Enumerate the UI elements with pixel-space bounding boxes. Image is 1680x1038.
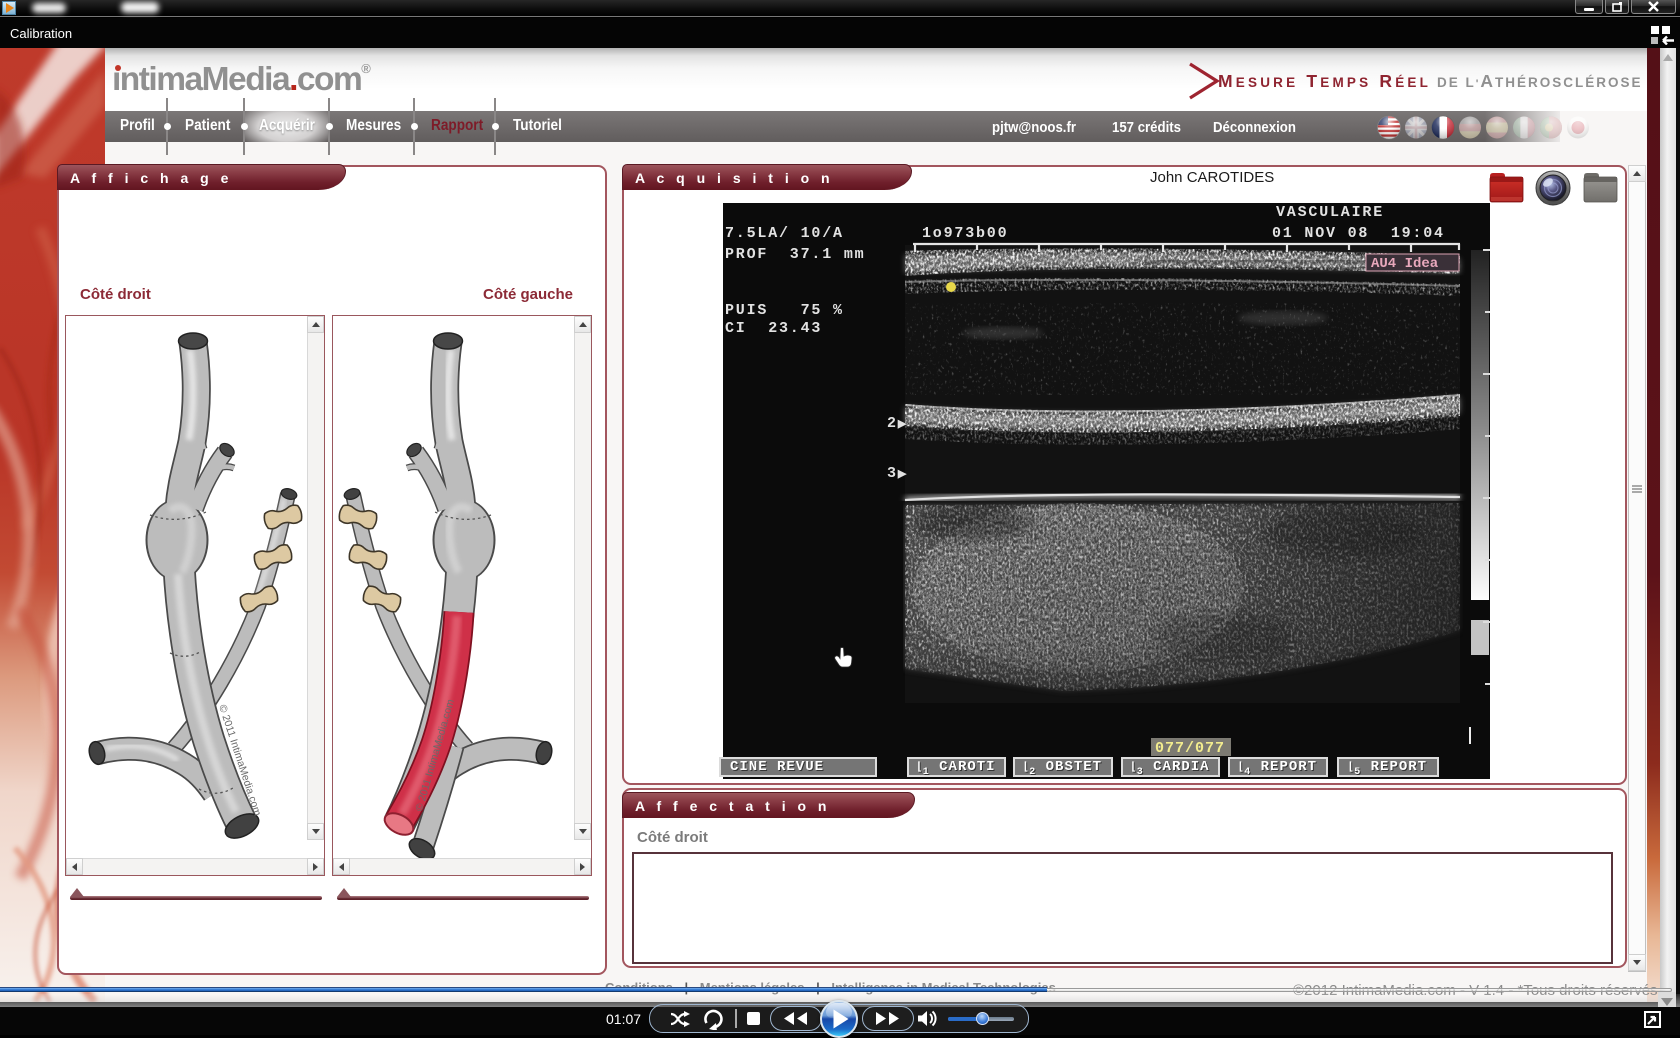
svg-text:DE L'ATHÉROSCLÉROSE: DE L'ATHÉROSCLÉROSE	[1437, 71, 1643, 91]
svg-text:MESURE TEMPS RÉEL: MESURE TEMPS RÉEL	[1218, 71, 1431, 91]
svg-text:077/077: 077/077	[1155, 740, 1225, 757]
svg-text:AU4 Idea: AU4 Idea	[1371, 256, 1439, 272]
